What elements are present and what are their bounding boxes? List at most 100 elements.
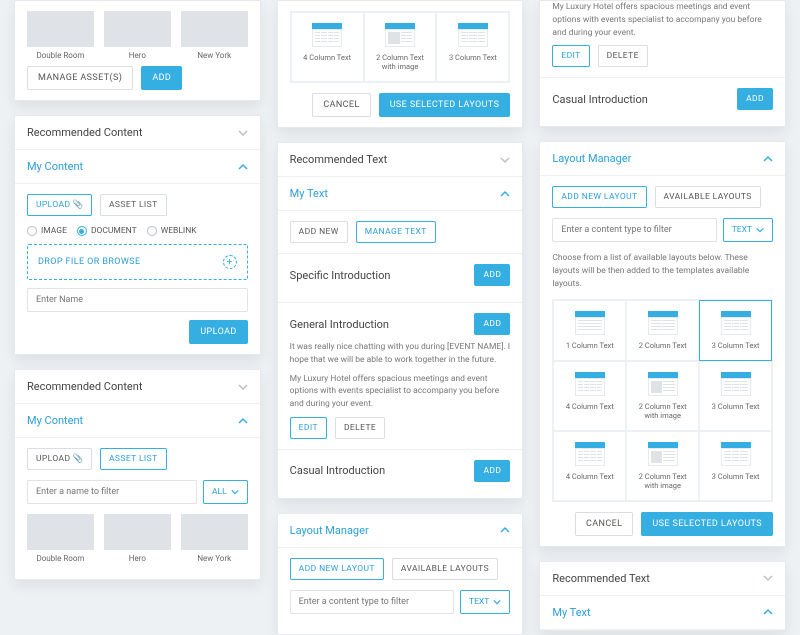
- upload-button[interactable]: UPLOAD: [189, 320, 247, 344]
- section-recommended-text[interactable]: Recommended Text: [278, 143, 523, 177]
- radio-image[interactable]: IMAGE: [27, 226, 67, 236]
- intro-title: Casual Introduction: [290, 464, 385, 477]
- filter-type-select[interactable]: TEXT: [723, 218, 773, 242]
- section-title: Layout Manager: [552, 152, 631, 165]
- layout-option[interactable]: 3 Column Text: [436, 12, 509, 82]
- tab-upload[interactable]: UPLOAD 📎: [27, 194, 92, 216]
- section-title: Recommended Text: [552, 572, 650, 585]
- radio-weblink[interactable]: WEBLINK: [147, 226, 197, 236]
- section-title: Recommended Content: [27, 126, 142, 139]
- layout-option[interactable]: 2 Column Text with image: [364, 12, 437, 82]
- chevron-down-icon: [238, 382, 248, 392]
- tab-asset-list[interactable]: ASSET LIST: [100, 448, 167, 470]
- layout-caption: 3 Column Text: [712, 402, 760, 411]
- add-button[interactable]: ADD: [474, 460, 510, 482]
- layout-option[interactable]: 4 Column Text: [291, 12, 364, 82]
- intro-casual: Casual Introduction ADD: [278, 449, 523, 498]
- filter-type-select[interactable]: TEXT: [460, 590, 510, 614]
- asset-thumbs: Double Room Hero New York: [27, 11, 248, 60]
- filter-input[interactable]: [27, 480, 197, 504]
- radio-document[interactable]: DOCUMENT: [77, 226, 137, 236]
- cancel-button[interactable]: CANCEL: [312, 93, 370, 117]
- edit-button[interactable]: EDIT: [552, 45, 589, 67]
- layout-caption: 2 Column Text with image: [371, 53, 430, 71]
- dropzone[interactable]: DROP FILE OR BROWSE +: [27, 244, 248, 280]
- layout-option[interactable]: 3 Column Text: [699, 431, 772, 501]
- layout-caption: 4 Column Text: [303, 53, 351, 62]
- asset-thumb[interactable]: Double Room: [27, 514, 94, 563]
- chevron-up-icon: [500, 189, 510, 199]
- layout-option[interactable]: 4 Column Text: [553, 431, 626, 501]
- cancel-button[interactable]: CANCEL: [575, 512, 633, 536]
- intro-editor-card: My Luxury Hotel offers spacious meetings…: [539, 0, 786, 127]
- section-recommended-content[interactable]: Recommended Content: [15, 370, 260, 404]
- asset-thumb[interactable]: New York: [181, 11, 248, 60]
- section-recommended-text[interactable]: Recommended Text: [540, 562, 785, 596]
- layout-manager-card: Layout Manager ADD NEW LAYOUT AVAILABLE …: [539, 141, 786, 546]
- use-selected-button[interactable]: USE SELECTED LAYOUTS: [379, 93, 511, 117]
- tab-available-layouts[interactable]: AVAILABLE LAYOUTS: [655, 186, 761, 208]
- intro-body: It was really nice chatting with you dur…: [290, 341, 511, 367]
- asset-thumbs: Double Room Hero New York: [27, 514, 248, 563]
- tab-available-layouts[interactable]: AVAILABLE LAYOUTS: [392, 558, 498, 580]
- use-selected-button[interactable]: USE SELECTED LAYOUTS: [641, 512, 773, 536]
- section-my-content[interactable]: My Content: [15, 404, 260, 438]
- section-layout-manager[interactable]: Layout Manager: [278, 514, 523, 548]
- layout-caption: 4 Column Text: [566, 402, 614, 411]
- asset-thumb[interactable]: Hero: [104, 514, 171, 563]
- layout-option[interactable]: 2 Column Text: [626, 300, 699, 361]
- section-my-text[interactable]: My Text: [278, 177, 523, 211]
- filter-input[interactable]: [552, 218, 716, 242]
- section-recommended-content[interactable]: Recommended Content: [15, 116, 260, 150]
- tab-add-new-layout[interactable]: ADD NEW LAYOUT: [290, 558, 384, 580]
- layout-option[interactable]: 3 Column Text: [699, 361, 772, 431]
- add-button[interactable]: ADD: [474, 313, 510, 335]
- layout-grid: 4 Column Text 2 Column Text with image 3 C…: [290, 11, 511, 83]
- assets-card: Double Room Hero New York MANAGE ASSET(S…: [14, 0, 261, 101]
- tab-asset-list[interactable]: ASSET LIST: [100, 194, 167, 216]
- chevron-up-icon: [500, 525, 510, 535]
- content-assetlist-card: Recommended Content My Content UPLOAD 📎 …: [14, 369, 261, 580]
- chevron-up-icon: [763, 607, 773, 617]
- intro-casual: Casual Introduction ADD: [540, 77, 785, 126]
- intro-body: My Luxury Hotel offers spacious meetings…: [552, 1, 773, 39]
- filter-input[interactable]: [290, 590, 454, 614]
- layout-option[interactable]: 1 Column Text: [553, 300, 626, 361]
- tab-upload[interactable]: UPLOAD 📎: [27, 448, 92, 470]
- layout-option[interactable]: 4 Column Text: [553, 361, 626, 431]
- layout-caption: 1 Column Text: [566, 341, 614, 350]
- asset-thumb[interactable]: Double Room: [27, 11, 94, 60]
- asset-thumb[interactable]: New York: [181, 514, 248, 563]
- intro-title: Casual Introduction: [552, 93, 647, 106]
- add-button[interactable]: ADD: [474, 264, 510, 286]
- paperclip-icon: 📎: [73, 454, 83, 464]
- delete-button[interactable]: DELETE: [335, 417, 385, 439]
- edit-button[interactable]: EDIT: [290, 417, 327, 439]
- add-new-button[interactable]: ADD NEW: [290, 221, 348, 243]
- content-type-radios: IMAGE DOCUMENT WEBLINK: [27, 226, 248, 236]
- add-asset-button[interactable]: ADD: [141, 66, 182, 90]
- delete-button[interactable]: DELETE: [598, 45, 648, 67]
- intro-body: My Luxury Hotel offers spacious meetings…: [290, 373, 511, 411]
- layout-option[interactable]: 2 Column Text with image: [626, 361, 699, 431]
- intro-title: Specific Introduction: [290, 269, 391, 282]
- text-manager-card: Recommended Text My Text ADD NEW MANAGE …: [277, 142, 524, 499]
- layout-option[interactable]: 3 Column Text: [699, 300, 772, 361]
- name-input[interactable]: [27, 288, 248, 312]
- layout-caption: 2 Column Text with image: [633, 402, 692, 420]
- add-button[interactable]: ADD: [737, 88, 773, 110]
- layout-caption: 2 Column Text: [639, 341, 687, 350]
- manage-assets-button[interactable]: MANAGE ASSET(S): [27, 66, 133, 90]
- layout-option[interactable]: 2 Column Text with image: [626, 431, 699, 501]
- layout-grid: 1 Column Text 2 Column Text 3 Column Text 4…: [552, 299, 773, 502]
- filter-type-select[interactable]: ALL: [203, 480, 248, 504]
- section-my-text[interactable]: My Text: [540, 596, 785, 630]
- section-title: My Content: [27, 160, 83, 173]
- tab-add-new-layout[interactable]: ADD NEW LAYOUT: [552, 186, 646, 208]
- manage-text-button[interactable]: MANAGE TEXT: [356, 221, 436, 243]
- section-layout-manager[interactable]: Layout Manager: [540, 142, 785, 176]
- section-my-content[interactable]: My Content: [15, 150, 260, 184]
- text-collapsed-card: Recommended Text My Text: [539, 561, 786, 631]
- section-title: Layout Manager: [290, 524, 369, 537]
- asset-thumb[interactable]: Hero: [104, 11, 171, 60]
